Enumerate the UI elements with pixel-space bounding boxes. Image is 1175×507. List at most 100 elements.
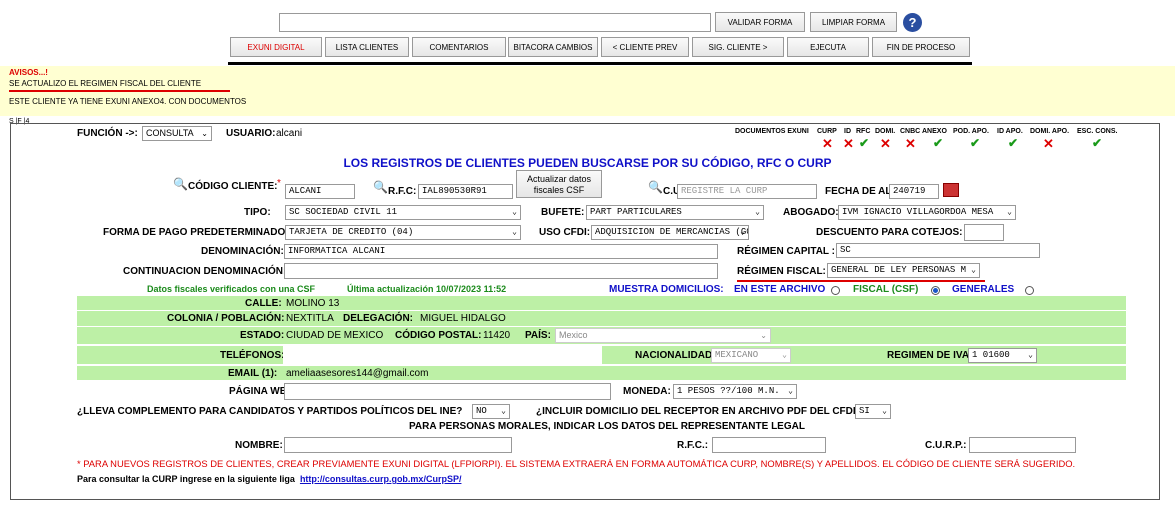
pais-select[interactable]: Mexico ⌄	[555, 328, 771, 343]
moneda-label: MONEDA:	[623, 386, 671, 397]
doc-col-pod-apo: POD. APO.	[953, 128, 989, 135]
continuacion-label: CONTINUACION DENOMINACIÓN:	[123, 266, 287, 277]
doc-col-anexo: ANEXO	[922, 128, 947, 135]
delegacion-label: DELEGACIÓN:	[343, 313, 413, 324]
nacionalidad-select[interactable]: MEXICANO ⌄	[711, 348, 791, 363]
nacionalidad-label: NACIONALIDAD	[635, 350, 713, 361]
doc-col-rfc: RFC	[856, 128, 871, 135]
telefonos-field[interactable]	[283, 346, 602, 364]
incluir-domicilio-label: ¿INCLUIR DOMICILIO DEL RECEPTOR EN ARCHI…	[536, 406, 862, 417]
telefonos-label: TELÉFONOS:	[220, 350, 285, 361]
validar-forma-button[interactable]: VALIDAR FORMA	[715, 12, 805, 32]
rfc-label: R.F.C:	[388, 186, 417, 197]
cliente-prev-button[interactable]: < CLIENTE PREV	[601, 37, 689, 57]
cp-label: CÓDIGO POSTAL:	[395, 330, 482, 341]
ultima-actualizacion-text: Última actualización 10/07/2023 11:52	[347, 284, 507, 294]
uso-cfdi-select[interactable]: ADQUISICION DE MERCANCIAS (G01) ⌄	[591, 225, 749, 240]
moneda-select[interactable]: 1 PESOS ??/100 M.N. ⌄	[673, 384, 797, 399]
calle-label: CALLE:	[245, 298, 282, 309]
comentarios-button[interactable]: COMENTARIOS	[412, 37, 506, 57]
search-rfc-icon[interactable]: 🔍	[373, 180, 388, 194]
doc-col-esc-cons: ESC. CONS.	[1077, 128, 1118, 135]
estado-value: CIUDAD DE MEXICO	[286, 330, 384, 341]
descuento-label: DESCUENTO PARA COTEJOS:	[816, 227, 963, 238]
uso-cfdi-label: USO CFDI:	[539, 227, 591, 238]
abogado-select[interactable]: IVM IGNACIO VILLAGORDOA MESA ⌄	[838, 205, 1016, 220]
search-codigo-icon[interactable]: 🔍	[173, 177, 188, 191]
doc-col-id-apo: ID APO.	[997, 128, 1023, 135]
bitacora-cambios-button[interactable]: BITACORA CAMBIOS	[508, 37, 598, 57]
doc-status-anexo-check-icon: ✔	[933, 136, 944, 150]
descuento-input[interactable]	[964, 224, 1004, 241]
nav-divider	[228, 62, 972, 65]
regimen-iva-label: REGIMEN DE IVA	[887, 350, 970, 361]
aviso-regimen: SE ACTUALIZO EL REGIMEN FISCAL DEL CLIEN…	[9, 79, 202, 88]
regimen-iva-select[interactable]: 1 01600 ⌄	[968, 348, 1037, 363]
continuacion-input[interactable]	[284, 263, 718, 279]
search-hint-title: LOS REGISTROS DE CLIENTES PUEDEN BUSCARS…	[343, 156, 832, 170]
fecha-alta-input[interactable]: 240719	[889, 184, 939, 199]
doc-status-esc-cons-check-icon: ✔	[1092, 136, 1103, 150]
rep-rfc-label: R.F.C.:	[677, 440, 709, 451]
colonia-label: COLONIA / POBLACIÓN:	[167, 313, 285, 324]
rfc-input[interactable]: IAL890530R91	[418, 184, 513, 199]
calle-row	[77, 296, 1126, 310]
sig-cliente-button[interactable]: SIG. CLIENTE >	[692, 37, 784, 57]
forma-pago-select[interactable]: TARJETA DE CREDITO (04) ⌄	[285, 225, 521, 240]
usuario-label: USUARIO:	[226, 128, 276, 139]
ejecuta-button[interactable]: EJECUTA	[787, 37, 869, 57]
bufete-label: BUFETE:	[541, 207, 585, 218]
pais-label: PAÍS:	[525, 330, 551, 341]
exuni-digital-button[interactable]: EXUNI DIGITAL	[230, 37, 322, 57]
abogado-label: ABOGADO:	[783, 207, 839, 218]
en-archivo-radio[interactable]	[831, 286, 840, 295]
docs-exuni-label: DOCUMENTOS EXUNI	[735, 128, 809, 135]
incluir-domicilio-select[interactable]: SI ⌄	[855, 404, 891, 419]
usuario-value: alcani	[276, 128, 303, 139]
consulta-curp-label: Para consultar la CURP ingrese en la sig…	[77, 474, 295, 484]
generales-label: GENERALES	[952, 284, 1015, 295]
avisos-title: AVISOS...!	[9, 68, 48, 77]
rep-curp-input[interactable]	[969, 437, 1076, 453]
colonia-value: NEXTITLA	[286, 313, 334, 324]
complemento-ine-select[interactable]: NO ⌄	[472, 404, 510, 419]
generales-radio[interactable]	[1025, 286, 1034, 295]
delegacion-value: MIGUEL HIDALGO	[420, 313, 506, 324]
codigo-label: CÓDIGO CLIENTE:	[188, 181, 278, 192]
aviso-exuni: ESTE CLIENTE YA TIENE EXUNI ANEXO4. CON …	[9, 97, 247, 106]
rep-rfc-input[interactable]	[712, 437, 826, 453]
actualizar-csf-button[interactable]: Actualizar datos fiscales CSF	[516, 170, 602, 198]
limpiar-forma-button[interactable]: LIMPIAR FORMA	[810, 12, 897, 32]
doc-status-curp-x-icon: ✕	[822, 136, 833, 151]
regimen-capital-input[interactable]: SC	[836, 243, 1040, 258]
rep-nombre-input[interactable]	[284, 437, 512, 453]
personas-morales-label: PARA PERSONAS MORALES, INDICAR LOS DATOS…	[409, 421, 805, 432]
doc-col-curp: CURP	[817, 128, 837, 135]
fin-proceso-button[interactable]: FIN DE PROCESO	[872, 37, 970, 57]
email-value: ameliaasesores144@gmail.com	[286, 368, 429, 379]
doc-col-domi-apo: DOMI. APO.	[1030, 128, 1070, 135]
regimen-fiscal-select[interactable]: GENERAL DE LEY PERSONAS M ⌄	[827, 263, 980, 278]
codigo-input[interactable]: ALCANI	[285, 184, 355, 199]
doc-status-id-x-icon: ✕	[843, 136, 854, 151]
doc-status-pod-apo-check-icon: ✔	[970, 136, 981, 150]
fiscal-csf-radio[interactable]	[931, 286, 940, 295]
rep-nombre-label: NOMBRE:	[235, 440, 283, 451]
fiscal-csf-label: FISCAL (CSF)	[853, 284, 919, 295]
search-curp-icon[interactable]: 🔍	[648, 180, 663, 194]
doc-col-domi: DOMI.	[875, 128, 896, 135]
curp-input[interactable]: REGISTRE LA CURP	[677, 184, 817, 199]
consulta-curp-link[interactable]: http://consultas.curp.gob.mx/CurpSP/	[300, 474, 462, 484]
top-search-input[interactable]	[279, 13, 711, 32]
lista-clientes-button[interactable]: LISTA CLIENTES	[325, 37, 409, 57]
pagina-web-input[interactable]	[284, 383, 611, 400]
funcion-select[interactable]: CONSULTA ⌄	[142, 126, 212, 141]
denominacion-input[interactable]: INFORMATICA ALCANI	[284, 244, 718, 259]
complemento-ine-label: ¿LLEVA COMPLEMENTO PARA CANDIDATOS Y PAR…	[77, 406, 463, 417]
codigo-required-mark: *	[277, 178, 281, 189]
tipo-select[interactable]: SC SOCIEDAD CIVIL 11 ⌄	[285, 205, 521, 220]
bufete-select[interactable]: PART PARTICULARES ⌄	[586, 205, 764, 220]
doc-status-rfc-check-icon: ✔	[859, 136, 870, 150]
help-icon[interactable]: ?	[903, 13, 922, 32]
calendar-icon[interactable]	[943, 183, 959, 197]
